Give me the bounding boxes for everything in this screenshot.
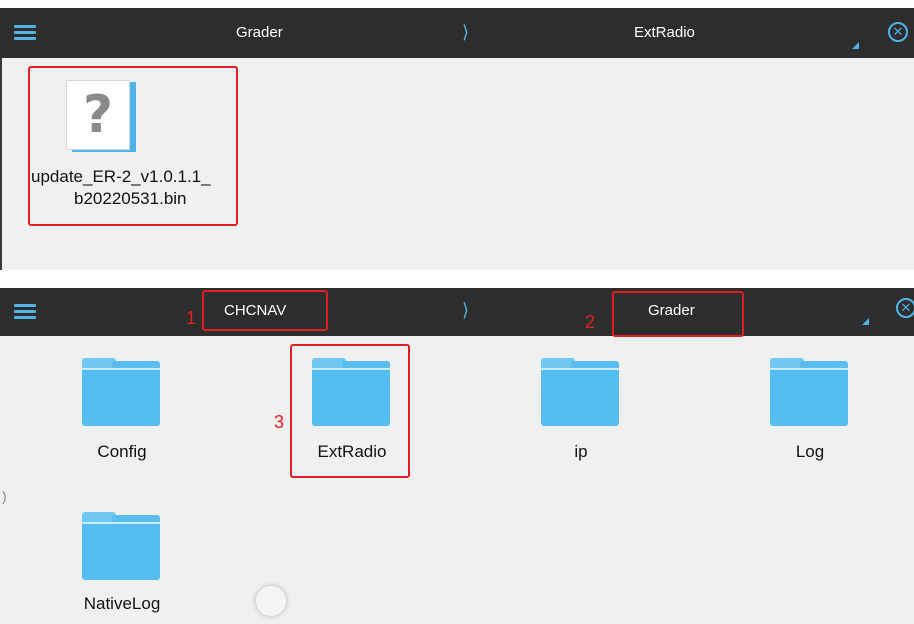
file-name-line1: update_ER-2_v1.0.1.1_ [31,167,211,186]
menu-icon[interactable] [14,304,36,320]
folder-icon[interactable] [312,358,390,426]
breadcrumb-separator: ⟩ [462,22,470,42]
breadcrumb-current[interactable]: ExtRadio [634,24,695,41]
path-bar: CHCNAV ⟩ Grader ✕ [0,288,914,336]
left-edge-divider [0,58,2,270]
annotation-number-2: 2 [585,312,596,332]
breadcrumb-current[interactable]: Grader [648,302,695,319]
corner-triangle-icon [862,318,869,325]
folder-label-config[interactable]: Config [52,442,192,462]
breadcrumb-parent[interactable]: CHCNAV [224,302,286,319]
breadcrumb-separator: ⟩ [462,300,470,320]
menu-icon[interactable] [14,25,36,41]
annotation-number-1: 1 [186,308,197,328]
folder-label-log[interactable]: Log [740,442,880,462]
folder-label-ip[interactable]: ip [511,442,651,462]
folder-icon[interactable] [82,512,160,580]
folder-icon[interactable] [541,358,619,426]
folder-label-nativelog[interactable]: NativeLog [52,594,192,614]
unknown-file-icon: ? [66,80,136,152]
file-name-line2: b20220531.bin [74,189,187,208]
path-bar: Grader ⟩ ExtRadio ✕ [0,8,914,58]
edge-mark: ) [2,488,7,504]
folder-icon[interactable] [82,358,160,426]
close-icon[interactable]: ✕ [888,22,908,42]
folder-label-extradio[interactable]: ExtRadio [282,442,422,462]
corner-triangle-icon [852,42,859,49]
floating-scroll-handle[interactable] [256,586,286,616]
annotation-number-3: 3 [274,412,285,432]
breadcrumb-parent[interactable]: Grader [236,24,283,41]
close-icon[interactable]: ✕ [896,298,914,318]
file-browser-bottom: CHCNAV ⟩ Grader ✕ 1 2 3 ) Config ExtRadi… [0,288,914,624]
folder-icon[interactable] [770,358,848,426]
file-browser-top: Grader ⟩ ExtRadio ✕ ? update_ER-2_v1.0.1… [0,8,914,270]
